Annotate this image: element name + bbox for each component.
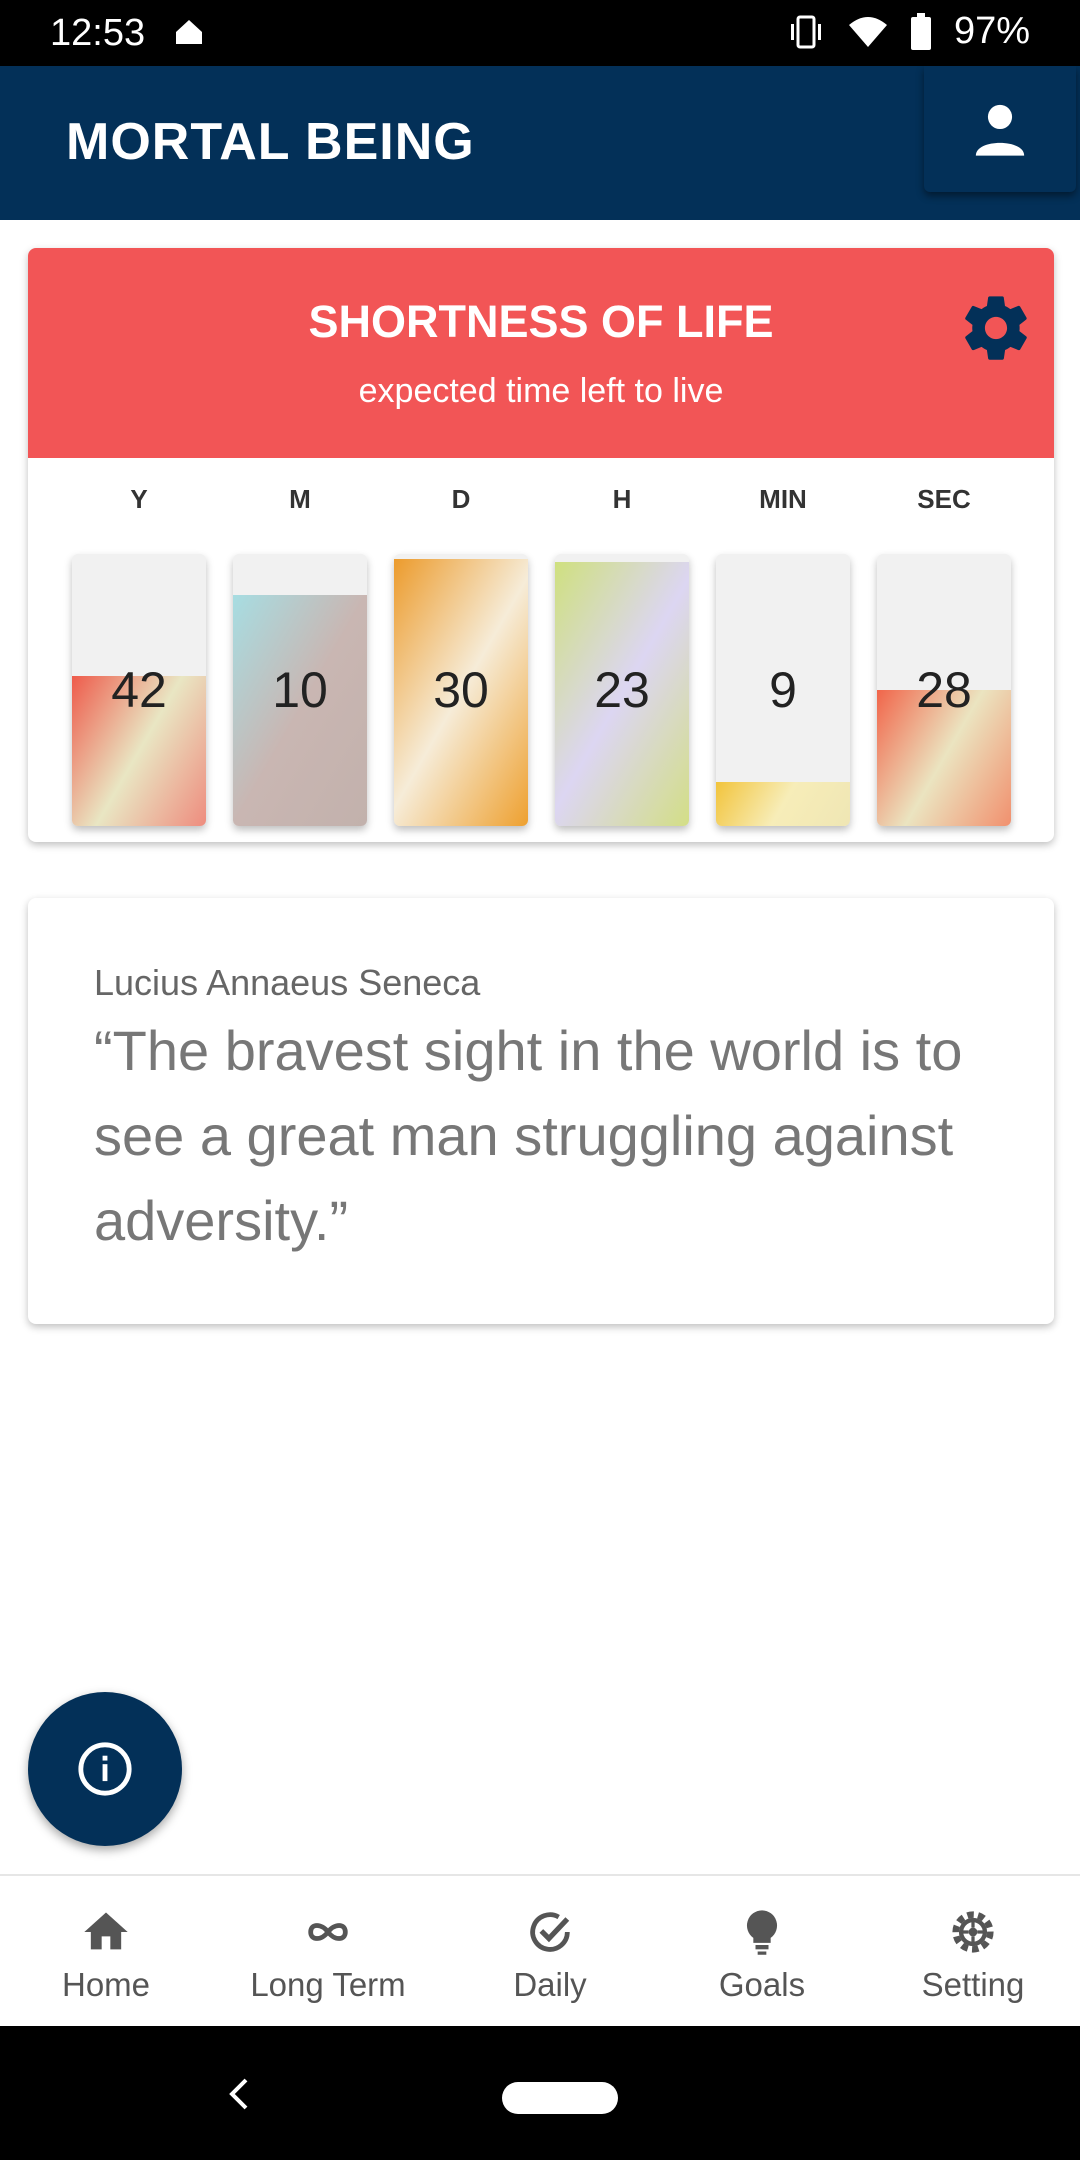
countdown-title: SHORTNESS OF LIFE	[308, 296, 774, 347]
nav-label: Goals	[718, 1966, 806, 2003]
unit-label: MIN	[759, 484, 807, 514]
quote-author: Lucius Annaeus Seneca	[94, 962, 481, 1003]
battery-percent: 97%	[953, 10, 1030, 52]
unit-months: M 10	[233, 484, 367, 826]
infinity-icon	[308, 1923, 348, 1941]
battery-icon	[910, 12, 931, 50]
info-icon	[78, 1742, 132, 1796]
nav-item-long-term[interactable]: Long Term	[226, 1876, 430, 2028]
nav-item-daily[interactable]: Daily	[490, 1876, 610, 2028]
countdown-subtitle: expected time left to live	[358, 372, 724, 410]
profile-button[interactable]	[924, 66, 1076, 192]
nav-item-goals[interactable]: Goals	[702, 1876, 822, 2028]
tile: 30	[394, 554, 528, 826]
tile: 23	[555, 554, 689, 826]
unit-years: Y 42	[72, 484, 206, 826]
gear-icon	[952, 1911, 994, 1953]
app-title: MORTAL BEING	[66, 113, 475, 171]
wifi-icon	[848, 16, 887, 47]
app-bar: MORTAL BEING	[0, 66, 1080, 220]
tile-value: 28	[916, 662, 972, 718]
unit-label: SEC	[917, 484, 971, 514]
tile: 28	[877, 554, 1011, 826]
lightbulb-icon	[746, 1910, 778, 1955]
system-home-pill[interactable]	[502, 2082, 618, 2114]
unit-label: H	[612, 484, 632, 514]
quote-card: Lucius Annaeus Seneca “The bravest sight…	[28, 898, 1054, 1324]
info-fab-button[interactable]	[28, 1692, 182, 1846]
nav-item-home[interactable]: Home	[46, 1876, 166, 2028]
tile-value: 10	[272, 662, 328, 718]
unit-hours: H 23	[555, 484, 689, 826]
home-icon	[84, 1912, 128, 1950]
check-circle-icon	[530, 1912, 570, 1952]
nav-label: Long Term	[250, 1966, 406, 2003]
home-status-icon	[176, 20, 202, 44]
person-icon	[975, 104, 1025, 156]
unit-days: D 30	[394, 484, 528, 826]
back-chevron-icon[interactable]	[224, 2074, 254, 2114]
tile-value: 30	[433, 662, 489, 718]
tile-value: 9	[769, 662, 797, 718]
tile-value: 42	[111, 662, 167, 718]
nav-label: Daily	[513, 1966, 587, 2003]
vibrate-icon	[790, 15, 821, 48]
unit-label: D	[451, 484, 471, 514]
unit-seconds: SEC 28	[877, 484, 1011, 826]
tile: 10	[233, 554, 367, 826]
unit-label: Y	[130, 484, 148, 514]
nav-item-setting[interactable]: Setting	[908, 1876, 1038, 2028]
countdown-header: SHORTNESS OF LIFE expected time left to …	[28, 248, 1054, 458]
unit-minutes: MIN 9	[716, 484, 850, 826]
tile: 42	[72, 554, 206, 826]
quote-text: “The bravest sight in the world is to se…	[94, 1019, 963, 1252]
bottom-navigation: Home Long Term Daily Goals Setting	[0, 1874, 1080, 2028]
unit-label: M	[289, 484, 311, 514]
countdown-settings-gear-icon[interactable]	[958, 290, 1034, 366]
nav-label: Setting	[921, 1966, 1025, 2003]
tile-value: 23	[594, 662, 650, 718]
nav-label: Home	[61, 1966, 151, 2003]
tile: 9	[716, 554, 850, 826]
status-time: 12:53	[50, 12, 146, 54]
system-navigation-bar	[0, 2026, 1080, 2160]
countdown-card: SHORTNESS OF LIFE expected time left to …	[28, 248, 1054, 842]
status-bar: 12:53 97%	[0, 0, 1080, 66]
